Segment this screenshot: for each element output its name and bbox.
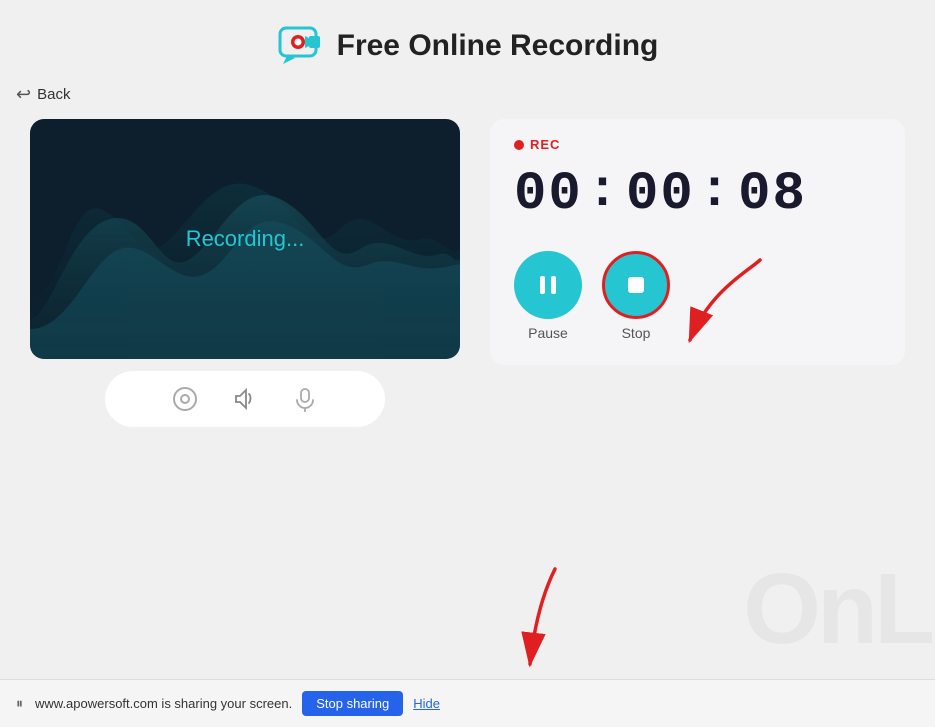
speaker-control[interactable]: [229, 383, 261, 415]
rec-dot: [514, 140, 524, 150]
pause-button[interactable]: [514, 251, 582, 319]
timer-minutes: 00: [626, 164, 695, 225]
timer-colon-2: :: [699, 162, 734, 227]
rec-indicator: REC: [514, 137, 881, 152]
btn-row: Pause Stop: [514, 251, 881, 341]
timer-hours: 00: [514, 164, 583, 225]
page-title: Free Online Recording: [337, 29, 659, 63]
watermark: OnLi: [743, 552, 935, 667]
video-preview: Recording...: [30, 119, 460, 359]
controls-row: [105, 371, 385, 427]
bottom-bar: ⏸ www.apowersoft.com is sharing your scr…: [0, 679, 935, 727]
stop-group: Stop: [602, 251, 670, 341]
hide-link[interactable]: Hide: [413, 696, 440, 711]
video-panel: Recording...: [30, 119, 460, 427]
mic-control[interactable]: [289, 383, 321, 415]
timer-seconds: 08: [738, 164, 807, 225]
rec-area: REC 00 : 00 : 08 Pa: [490, 119, 905, 365]
main-content: Recording...: [0, 109, 935, 437]
app-icon: [277, 22, 325, 70]
pause-indicator-icon: ⏸: [16, 695, 23, 712]
stop-label: Stop: [622, 325, 651, 341]
arrow-sharing-icon: [495, 559, 595, 679]
back-button[interactable]: ↩ Back: [0, 80, 86, 109]
header: Free Online Recording: [0, 0, 935, 80]
timer-colon-1: :: [587, 162, 622, 227]
stop-button[interactable]: [602, 251, 670, 319]
back-arrow-icon: ↩: [16, 84, 31, 105]
stop-sharing-button[interactable]: Stop sharing: [302, 691, 403, 716]
pause-group: Pause: [514, 251, 582, 341]
camera-control[interactable]: [169, 383, 201, 415]
timer-display: 00 : 00 : 08: [514, 158, 881, 231]
rec-text: REC: [530, 137, 560, 152]
sharing-text: www.apowersoft.com is sharing your scree…: [35, 696, 292, 711]
pause-label: Pause: [528, 325, 568, 341]
right-panel: REC 00 : 00 : 08 Pa: [490, 119, 905, 375]
recording-label: Recording...: [186, 226, 305, 252]
back-label: Back: [37, 86, 70, 103]
